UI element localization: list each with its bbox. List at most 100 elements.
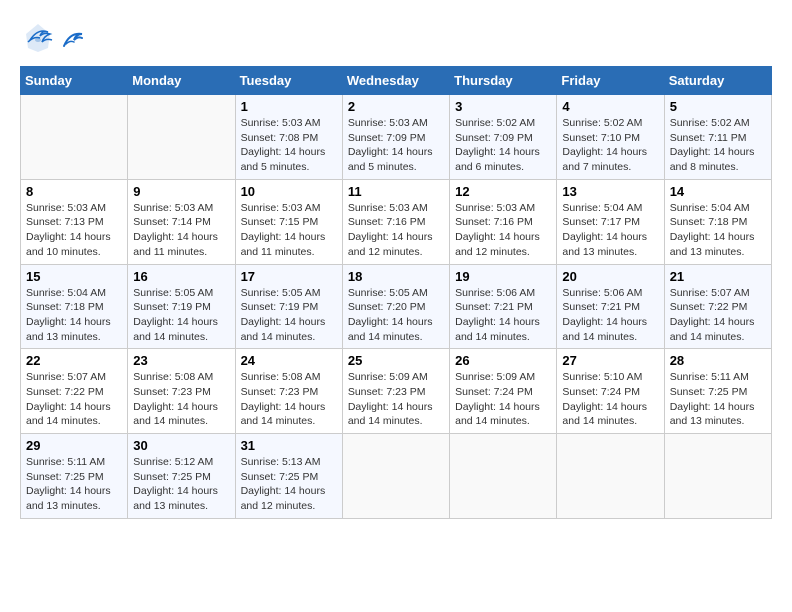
day-header-tuesday: Tuesday [235,67,342,95]
sunset: Sunset: 7:13 PM [26,216,104,228]
day-number: 15 [26,269,122,284]
header [20,20,772,56]
day-number: 21 [670,269,766,284]
day-info: Sunrise: 5:03 AM Sunset: 7:16 PM Dayligh… [348,201,444,260]
sunset: Sunset: 7:21 PM [562,301,640,313]
logo [20,20,84,56]
sunrise: Sunrise: 5:11 AM [26,456,105,468]
sunset: Sunset: 7:22 PM [670,301,748,313]
logo-icon [20,20,56,56]
sunrise: Sunrise: 5:03 AM [241,202,321,214]
calendar-cell: 13 Sunrise: 5:04 AM Sunset: 7:17 PM Dayl… [557,179,664,264]
daylight: Daylight: 14 hours and 13 minutes. [670,231,755,258]
calendar-table: SundayMondayTuesdayWednesdayThursdayFrid… [20,66,772,519]
daylight: Daylight: 14 hours and 14 minutes. [241,401,326,428]
day-number: 5 [670,99,766,114]
daylight: Daylight: 14 hours and 13 minutes. [670,401,755,428]
day-info: Sunrise: 5:03 AM Sunset: 7:16 PM Dayligh… [455,201,551,260]
sunrise: Sunrise: 5:02 AM [670,117,750,129]
calendar-cell: 19 Sunrise: 5:06 AM Sunset: 7:21 PM Dayl… [450,264,557,349]
day-number: 12 [455,184,551,199]
sunrise: Sunrise: 5:06 AM [455,287,535,299]
calendar-cell: 1 Sunrise: 5:03 AM Sunset: 7:08 PM Dayli… [235,95,342,180]
day-info: Sunrise: 5:08 AM Sunset: 7:23 PM Dayligh… [241,370,337,429]
sunrise: Sunrise: 5:08 AM [241,371,321,383]
daylight: Daylight: 14 hours and 5 minutes. [348,146,433,173]
day-number: 14 [670,184,766,199]
daylight: Daylight: 14 hours and 12 minutes. [241,485,326,512]
sunrise: Sunrise: 5:03 AM [348,117,428,129]
calendar-cell: 27 Sunrise: 5:10 AM Sunset: 7:24 PM Dayl… [557,349,664,434]
daylight: Daylight: 14 hours and 14 minutes. [348,401,433,428]
calendar-cell [450,434,557,519]
sunrise: Sunrise: 5:05 AM [133,287,213,299]
daylight: Daylight: 14 hours and 11 minutes. [133,231,218,258]
sunset: Sunset: 7:22 PM [26,386,104,398]
calendar-cell: 28 Sunrise: 5:11 AM Sunset: 7:25 PM Dayl… [664,349,771,434]
calendar-cell: 22 Sunrise: 5:07 AM Sunset: 7:22 PM Dayl… [21,349,128,434]
sunrise: Sunrise: 5:05 AM [348,287,428,299]
calendar-week-row: 22 Sunrise: 5:07 AM Sunset: 7:22 PM Dayl… [21,349,772,434]
daylight: Daylight: 14 hours and 5 minutes. [241,146,326,173]
day-info: Sunrise: 5:03 AM Sunset: 7:14 PM Dayligh… [133,201,229,260]
sunrise: Sunrise: 5:09 AM [348,371,428,383]
sunrise: Sunrise: 5:03 AM [348,202,428,214]
day-number: 9 [133,184,229,199]
sunset: Sunset: 7:08 PM [241,132,319,144]
day-info: Sunrise: 5:03 AM Sunset: 7:15 PM Dayligh… [241,201,337,260]
day-number: 31 [241,438,337,453]
calendar-header-row: SundayMondayTuesdayWednesdayThursdayFrid… [21,67,772,95]
sunrise: Sunrise: 5:10 AM [562,371,642,383]
day-header-saturday: Saturday [664,67,771,95]
day-header-sunday: Sunday [21,67,128,95]
day-number: 29 [26,438,122,453]
calendar-cell: 18 Sunrise: 5:05 AM Sunset: 7:20 PM Dayl… [342,264,449,349]
sunrise: Sunrise: 5:11 AM [670,371,749,383]
daylight: Daylight: 14 hours and 14 minutes. [348,316,433,343]
calendar-cell: 30 Sunrise: 5:12 AM Sunset: 7:25 PM Dayl… [128,434,235,519]
calendar-week-row: 8 Sunrise: 5:03 AM Sunset: 7:13 PM Dayli… [21,179,772,264]
calendar-cell: 9 Sunrise: 5:03 AM Sunset: 7:14 PM Dayli… [128,179,235,264]
calendar-cell: 16 Sunrise: 5:05 AM Sunset: 7:19 PM Dayl… [128,264,235,349]
daylight: Daylight: 14 hours and 14 minutes. [455,401,540,428]
daylight: Daylight: 14 hours and 14 minutes. [455,316,540,343]
day-number: 18 [348,269,444,284]
daylight: Daylight: 14 hours and 14 minutes. [562,316,647,343]
calendar-cell: 8 Sunrise: 5:03 AM Sunset: 7:13 PM Dayli… [21,179,128,264]
calendar-week-row: 15 Sunrise: 5:04 AM Sunset: 7:18 PM Dayl… [21,264,772,349]
day-info: Sunrise: 5:09 AM Sunset: 7:24 PM Dayligh… [455,370,551,429]
day-info: Sunrise: 5:11 AM Sunset: 7:25 PM Dayligh… [26,455,122,514]
sunrise: Sunrise: 5:08 AM [133,371,213,383]
sunset: Sunset: 7:23 PM [133,386,211,398]
day-info: Sunrise: 5:04 AM Sunset: 7:18 PM Dayligh… [670,201,766,260]
day-number: 16 [133,269,229,284]
calendar-cell: 24 Sunrise: 5:08 AM Sunset: 7:23 PM Dayl… [235,349,342,434]
day-number: 1 [241,99,337,114]
sunset: Sunset: 7:20 PM [348,301,426,313]
day-number: 8 [26,184,122,199]
day-info: Sunrise: 5:08 AM Sunset: 7:23 PM Dayligh… [133,370,229,429]
day-number: 20 [562,269,658,284]
sunset: Sunset: 7:19 PM [241,301,319,313]
sunset: Sunset: 7:23 PM [241,386,319,398]
daylight: Daylight: 14 hours and 14 minutes. [562,401,647,428]
sunrise: Sunrise: 5:05 AM [241,287,321,299]
day-header-friday: Friday [557,67,664,95]
day-number: 11 [348,184,444,199]
daylight: Daylight: 14 hours and 12 minutes. [455,231,540,258]
calendar-cell: 12 Sunrise: 5:03 AM Sunset: 7:16 PM Dayl… [450,179,557,264]
sunrise: Sunrise: 5:02 AM [455,117,535,129]
sunrise: Sunrise: 5:07 AM [670,287,750,299]
day-number: 25 [348,353,444,368]
daylight: Daylight: 14 hours and 6 minutes. [455,146,540,173]
sunset: Sunset: 7:25 PM [26,471,104,483]
calendar-cell: 14 Sunrise: 5:04 AM Sunset: 7:18 PM Dayl… [664,179,771,264]
day-info: Sunrise: 5:13 AM Sunset: 7:25 PM Dayligh… [241,455,337,514]
sunset: Sunset: 7:25 PM [670,386,748,398]
daylight: Daylight: 14 hours and 14 minutes. [670,316,755,343]
sunset: Sunset: 7:24 PM [562,386,640,398]
sunrise: Sunrise: 5:03 AM [26,202,106,214]
daylight: Daylight: 14 hours and 14 minutes. [133,316,218,343]
sunset: Sunset: 7:25 PM [133,471,211,483]
day-info: Sunrise: 5:06 AM Sunset: 7:21 PM Dayligh… [562,286,658,345]
